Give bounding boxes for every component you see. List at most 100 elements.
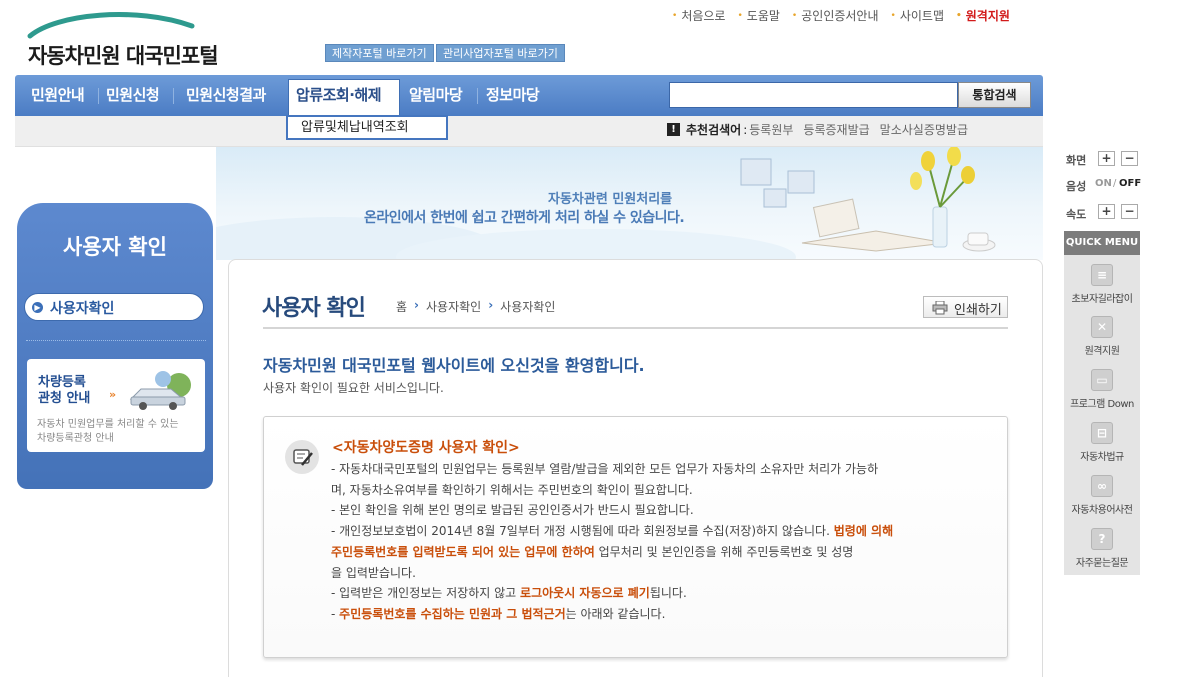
gnb-divider <box>173 88 174 104</box>
title-divider <box>263 327 1008 329</box>
notice-text: - 개인정보보호법이 2014년 8월 7일부터 개정 시행됨에 따라 회원정보… <box>331 524 830 538</box>
home-link[interactable]: 처음으로 <box>672 7 725 24</box>
notice-line: - 주민등록번호를 수집하는 민원과 그 법적근거는 아래와 같습니다. <box>331 605 665 622</box>
quick-car-law[interactable]: ⊟ 자동차법규 <box>1064 415 1140 467</box>
gnb-item-results[interactable]: 민원신청결과 <box>186 75 266 116</box>
lnb-divider <box>26 340 206 341</box>
notice-text: 업무처리 및 본인인증을 위해 주민등록번호 및 성명 <box>598 545 854 559</box>
business-portal-button[interactable]: 관리사업자포털 바로가기 <box>436 44 565 62</box>
certificate-guide-link[interactable]: 공인인증서안내 <box>792 7 878 24</box>
print-button[interactable]: 인쇄하기 <box>923 296 1008 318</box>
gnb-item-info[interactable]: 정보마당 <box>486 75 540 116</box>
quick-car-dictionary[interactable]: ∞ 자동차용어사전 <box>1064 468 1140 520</box>
notice-line: - 개인정보보호법이 2014년 8월 7일부터 개정 시행됨에 따라 회원정보… <box>331 522 893 539</box>
site-logo[interactable]: 자동차민원 대국민포털 <box>26 10 236 68</box>
notice-highlight: 주민등록번호를 수집하는 민원과 그 법적근거 <box>339 607 566 621</box>
lnb-item-user-check[interactable]: ▶ 사용자확인 <box>24 293 204 321</box>
submenu-seizure-lookup[interactable]: 압류및체납내역조회 <box>286 115 448 140</box>
chevron-right-icon: › <box>414 298 419 312</box>
gnb-divider <box>98 88 99 104</box>
gnb-item-notice[interactable]: 알림마당 <box>409 75 463 116</box>
recommended-separator: : <box>743 122 748 137</box>
logo-swoosh-icon <box>27 12 195 39</box>
voice-separator: / <box>1113 178 1117 189</box>
print-label: 인쇄하기 <box>954 303 1002 318</box>
lnb-title: 사용자 확인 <box>63 235 167 259</box>
welcome-subtext: 사용자 확인이 필요한 서비스입니다. <box>263 381 444 395</box>
quick-beginner-guide[interactable]: ≡ 초보자길라잡이 <box>1064 257 1140 309</box>
quick-menu-title: QUICK MENU <box>1064 231 1140 255</box>
search-input[interactable] <box>669 82 958 108</box>
guide-title-line-2: 관청 안내 <box>38 391 91 406</box>
banner-line-1: 자동차관련 민원처리를 <box>548 192 673 207</box>
sitemap-link[interactable]: 사이트맵 <box>891 7 944 24</box>
quick-label: 초보자길라잡이 <box>1071 294 1133 305</box>
zoom-out-button[interactable]: − <box>1121 151 1138 166</box>
printer-icon <box>932 301 948 315</box>
help-link[interactable]: 도움말 <box>737 7 780 24</box>
quick-remote-support[interactable]: ✕ 원격지원 <box>1064 309 1140 361</box>
gnb-divider <box>477 88 478 104</box>
voice-on-toggle[interactable]: ON <box>1095 178 1112 189</box>
quick-label: 자동차용어사전 <box>1071 505 1133 516</box>
screen-size-label: 화면 <box>1066 154 1087 167</box>
logo-text: 자동차민원 대국민포털 <box>28 44 219 68</box>
tools-icon: ✕ <box>1091 316 1113 338</box>
link-icon: ∞ <box>1091 475 1113 497</box>
voice-label: 음성 <box>1066 180 1087 193</box>
monitor-icon: ▭ <box>1091 369 1113 391</box>
recommended-keyword[interactable]: 말소사실증명발급 <box>880 121 968 138</box>
voice-off-toggle[interactable]: OFF <box>1119 178 1141 189</box>
document-icon: ≡ <box>1091 264 1113 286</box>
notice-line: 을 입력받습니다. <box>331 566 416 580</box>
notice-line: 주민등록번호를 입력받도록 되어 있는 업무에 한하여 업무처리 및 본인인증을… <box>331 543 853 560</box>
gnb-item-guide[interactable]: 민원안내 <box>31 75 85 116</box>
notice-line: 며, 자동차소유여부를 확인하기 위해서는 주민번호의 확인이 필요합니다. <box>331 483 693 497</box>
breadcrumb: 홈 › 사용자확인 › 사용자확인 <box>396 298 555 315</box>
main-navigation: 민원안내 민원신청 민원신청결과 압류조회·해제 알림마당 정보마당 통합검색 <box>15 75 1043 116</box>
double-chevron-icon: » <box>109 388 117 401</box>
exclamation-icon: ! <box>667 123 680 136</box>
breadcrumb-current: 사용자확인 <box>500 300 556 314</box>
quick-label: 자동차법규 <box>1080 452 1124 463</box>
remote-support-link[interactable]: 원격지원 <box>956 7 1010 24</box>
notice-line: - 입력받은 개인정보는 저장하지 않고 로그아웃시 자동으로 폐기됩니다. <box>331 584 687 601</box>
notice-highlight: 법령에 의해 <box>833 524 894 538</box>
recommended-keyword[interactable]: 등록증재발급 <box>803 121 869 138</box>
bullet-arrow-icon: ▶ <box>32 302 43 313</box>
notice-highlight: 주민등록번호를 입력받도록 되어 있는 업무에 한하여 <box>331 545 595 559</box>
recommended-keyword[interactable]: 등록원부 <box>749 121 793 138</box>
zoom-in-button[interactable]: + <box>1098 151 1115 166</box>
banner-line-2: 온라인에서 한번에 쉽고 간편하게 처리 하실 수 있습니다. <box>364 210 685 226</box>
quick-faq[interactable]: ? 자주묻는질문 <box>1064 521 1140 573</box>
search-button[interactable]: 통합검색 <box>958 82 1031 108</box>
page-title: 사용자 확인 <box>262 296 366 321</box>
breadcrumb-home[interactable]: 홈 <box>396 298 407 315</box>
notice-text: 됩니다. <box>649 586 687 600</box>
notice-title: <자동차양도증명 사용자 확인> <box>332 440 520 456</box>
breadcrumb-item[interactable]: 사용자확인 <box>426 298 481 315</box>
registration-office-guide-banner[interactable]: 차량등록 관청 안내 » 자동차 민원업무를 처리할 수 있는 차량등록관청 안… <box>27 359 205 452</box>
quick-program-download[interactable]: ▭ 프로그램 Down <box>1064 362 1140 414</box>
speed-down-button[interactable]: − <box>1121 204 1138 219</box>
speed-up-button[interactable]: + <box>1098 204 1115 219</box>
car-icon: ⊟ <box>1091 422 1113 444</box>
gnb-item-seizure[interactable]: 압류조회·해제 <box>296 75 382 116</box>
welcome-heading: 자동차민원 대국민포털 웹사이트에 오신것을 환영합니다. <box>263 356 645 375</box>
quick-label: 프로그램 Down <box>1070 399 1134 410</box>
recommended-title: 추천검색어 <box>686 123 742 137</box>
notice-text: 는 아래와 같습니다. <box>565 607 666 621</box>
lnb-item-label: 사용자확인 <box>50 301 115 317</box>
guide-desc-line-2: 차량등록관청 안내 <box>37 433 114 444</box>
top-links: 처음으로 도움말 공인인증서안내 사이트맵 원격지원 <box>672 7 1022 24</box>
question-icon: ? <box>1091 528 1113 550</box>
gnb-item-apply[interactable]: 민원신청 <box>106 75 160 116</box>
notice-line: - 본인 확인을 위해 본인 명의로 발급된 공인인증서가 반드시 필요합니다. <box>331 503 694 517</box>
quick-label: 자주묻는질문 <box>1075 558 1129 569</box>
quick-label: 원격지원 <box>1084 346 1120 357</box>
notice-line: - 자동차대국민포털의 민원업무는 등록원부 열람/발급을 제외한 모든 업무가… <box>331 462 879 476</box>
maker-portal-button[interactable]: 제작자포털 바로가기 <box>325 44 434 62</box>
recommended-search: ! 추천검색어 : 등록원부 등록증재발급 말소사실증명발급 <box>667 121 978 138</box>
chevron-right-icon: › <box>488 298 494 312</box>
car-gear-icon <box>129 371 191 410</box>
